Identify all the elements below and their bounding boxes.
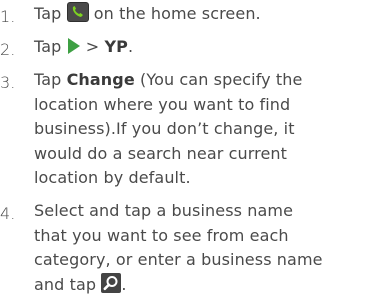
step-text-bold: Change [66, 70, 135, 89]
step-text-part: Tap [34, 70, 67, 89]
step-text-part: Tap [34, 37, 67, 56]
step-text-line: category, or enter a business name [34, 250, 323, 269]
step-text: Tap on the home screen. [34, 2, 364, 27]
step-text-part: (You can specify the [134, 70, 303, 89]
step-text-part: on the home screen. [88, 4, 261, 23]
search-icon [101, 272, 122, 301]
step-text: Tap Change (You can specify the location… [34, 68, 364, 191]
step-number: 1. [0, 7, 16, 26]
step-text-line: that you want to see from each [34, 225, 289, 245]
step-number: 2. [0, 40, 16, 59]
step-number: 3. [0, 73, 16, 92]
step-text-line: would do a search near current [34, 143, 288, 163]
instruction-steps: 1. Tap on the home screen. 2. Tap > YP. … [0, 0, 367, 302]
step-text-line: location where you want to find [34, 94, 291, 114]
step-text-part: > [80, 37, 105, 56]
step-text: Tap > YP. [34, 35, 364, 60]
step-text-part: . [127, 37, 134, 56]
step-text-part: Tap [34, 4, 67, 23]
step-text-part: and tap [34, 274, 102, 294]
step-text: Select and tap a business name that you … [34, 199, 364, 297]
step-text-line: Select and tap a business name [34, 201, 294, 220]
step-text-part: . [121, 274, 127, 294]
phone-app-icon [66, 2, 89, 30]
step-text-bold: YP [104, 37, 128, 56]
step-text-line: location by default. [34, 168, 191, 187]
step-number: 4. [0, 204, 16, 223]
step-text-line: business).If you don’t change, it [34, 119, 295, 138]
green-arrow-icon [67, 37, 81, 63]
